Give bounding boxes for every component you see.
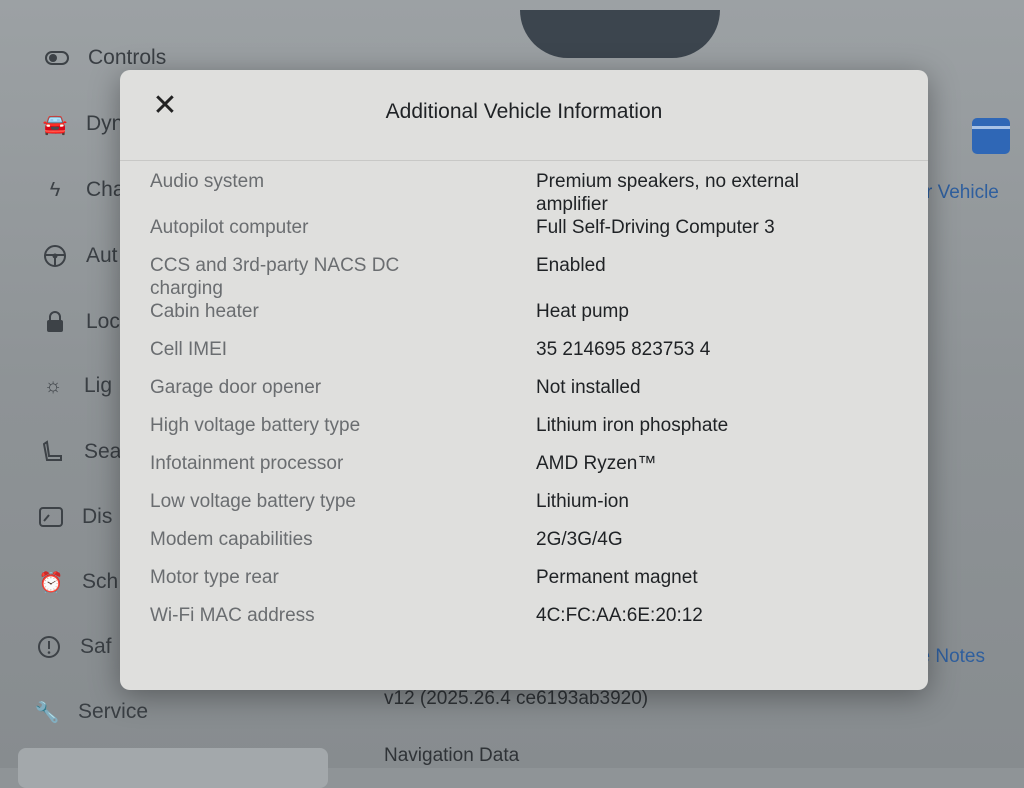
info-row: Wi-Fi MAC address 4C:FC:AA:6E:20:12: [150, 604, 910, 642]
card-icon[interactable]: [972, 118, 1010, 154]
info-key: High voltage battery type: [150, 415, 361, 436]
sidebar-item-label: Service: [78, 700, 149, 723]
sidebar-item-service[interactable]: 🔧 Service: [34, 692, 148, 732]
info-row: Audio system Premium speakers, no externa…: [150, 170, 910, 216]
info-value: Full Self-Driving Computer 3: [536, 217, 775, 238]
info-value: 2G/3G/4G: [536, 529, 623, 550]
info-key: Infotainment processor: [150, 453, 344, 474]
bolt-icon: ϟ: [49, 178, 61, 201]
sidebar-item-label: Dyn: [86, 112, 124, 135]
info-row: Modem capabilities 2G/3G/4G: [150, 528, 910, 566]
info-row: Autopilot computer Full Self-Driving Comp…: [150, 216, 910, 254]
light-icon: ☼: [43, 374, 63, 397]
info-row: Infotainment processor AMD Ryzen™: [150, 452, 910, 490]
vehicle-link[interactable]: r Vehicle: [926, 182, 999, 204]
sidebar-item-display[interactable]: Dis: [38, 497, 112, 537]
sidebar-item-label: Dis: [82, 505, 113, 528]
steering-wheel-icon: [42, 243, 68, 269]
sidebar-item-label: Loc: [86, 310, 120, 333]
navigation-data-label: Navigation Data: [384, 745, 520, 766]
info-key: Autopilot computer: [150, 217, 309, 238]
sidebar-item-label: Aut: [86, 244, 118, 267]
info-row: CCS and 3rd-party NACS DC charging Enable…: [150, 254, 910, 300]
info-key: Wi-Fi MAC address: [150, 605, 315, 626]
info-row: Low voltage battery type Lithium-ion: [150, 490, 910, 528]
car-icon: 🚘: [42, 113, 68, 136]
sidebar-item-label: Controls: [88, 46, 167, 69]
info-key: Cabin heater: [150, 301, 259, 322]
alarm-clock-icon: ⏰: [38, 571, 64, 594]
sidebar-item-seats[interactable]: Sea: [40, 432, 121, 472]
info-key: Garage door opener: [150, 377, 322, 398]
info-key: Cell IMEI: [150, 339, 228, 360]
sidebar-item-label: Lig: [84, 374, 113, 397]
dialog-header: ✕ Additional Vehicle Information: [120, 70, 928, 161]
info-row: Cabin heater Heat pump: [150, 300, 910, 338]
sidebar-item-locks[interactable]: Loc: [42, 302, 120, 342]
software-version: v12 (2025.26.4 ce6193ab3920): [384, 688, 649, 709]
info-key: Modem capabilities: [150, 529, 313, 550]
info-value: Premium speakers, no external amplifier: [536, 171, 799, 215]
info-key: Audio system: [150, 171, 265, 192]
info-row: Garage door opener Not installed: [150, 376, 910, 414]
sidebar-item-safety[interactable]: Saf: [36, 627, 112, 667]
sidebar-item-label: Cha: [86, 178, 125, 201]
info-row: Motor type rear Permanent magnet: [150, 566, 910, 604]
info-key: Low voltage battery type: [150, 491, 356, 512]
info-key: CCS and 3rd-party NACS DC charging: [150, 255, 400, 299]
sidebar-item-label: Sch: [82, 570, 119, 593]
wrench-icon: 🔧: [34, 701, 60, 724]
additional-vehicle-info-dialog: ✕ Additional Vehicle Information Audio s…: [120, 70, 928, 690]
lock-icon: [42, 309, 68, 335]
sidebar-active-highlight: [18, 748, 328, 788]
sidebar-item-lights[interactable]: ☼ Lig: [40, 366, 112, 406]
info-value: Lithium-ion: [536, 491, 629, 512]
sidebar-item-label: Sea: [84, 440, 122, 463]
seat-icon: [40, 439, 66, 465]
info-value: Lithium iron phosphate: [536, 415, 729, 436]
sidebar-item-dynamics[interactable]: 🚘 Dyn: [42, 104, 124, 144]
info-value: Heat pump: [536, 301, 629, 322]
camera-view: [520, 10, 720, 58]
info-value: Permanent magnet: [536, 567, 698, 588]
info-circle-icon: [36, 634, 62, 660]
info-value: Enabled: [536, 255, 606, 276]
toggle-icon: [44, 45, 70, 71]
info-value: Not installed: [536, 377, 641, 398]
info-list: Audio system Premium speakers, no externa…: [150, 170, 910, 642]
info-key: Motor type rear: [150, 567, 279, 588]
sidebar-item-label: Saf: [80, 635, 112, 658]
info-value: AMD Ryzen™: [536, 453, 657, 474]
info-value: 4C:FC:AA:6E:20:12: [536, 605, 703, 626]
info-row: High voltage battery type Lithium iron ph…: [150, 414, 910, 452]
sidebar-item-schedule[interactable]: ⏰ Sch: [38, 562, 119, 602]
info-row: Cell IMEI 35 214695 823753 4: [150, 338, 910, 376]
sidebar-item-charging[interactable]: ϟ Cha: [42, 170, 125, 210]
display-icon: [38, 504, 64, 530]
sidebar-item-autopilot[interactable]: Aut: [42, 236, 118, 276]
dialog-title: Additional Vehicle Information: [385, 100, 663, 123]
info-value: 35 214695 823753 4: [536, 339, 711, 360]
